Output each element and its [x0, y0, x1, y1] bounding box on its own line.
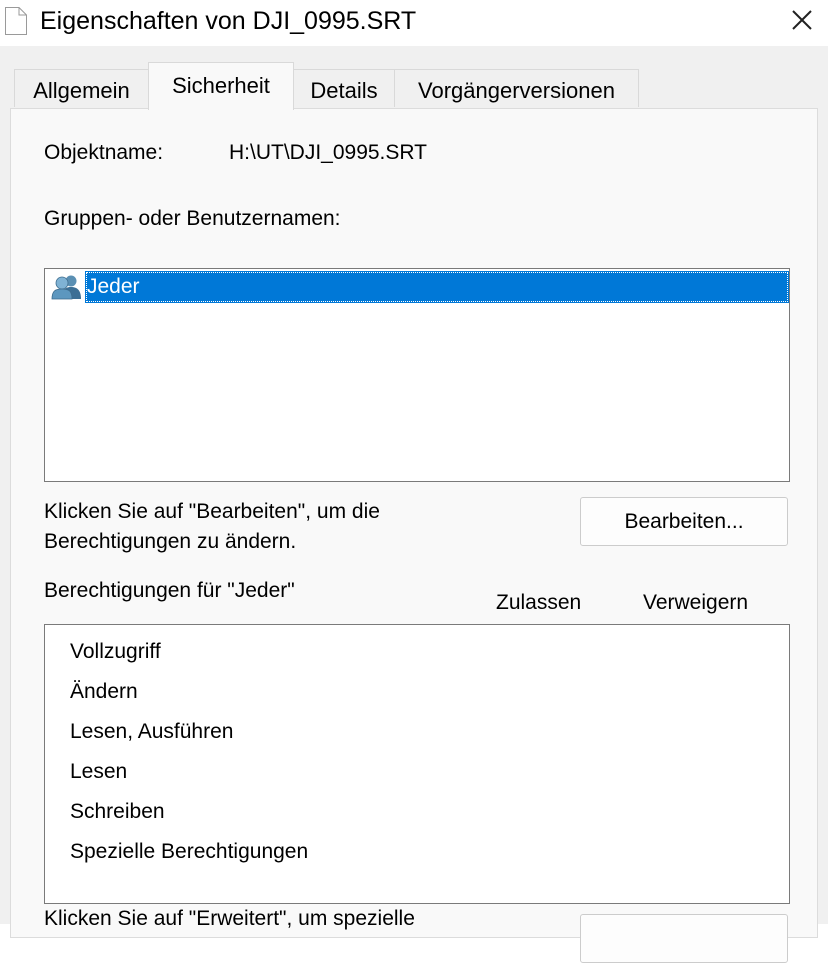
deny-column-header: Verweigern: [643, 591, 749, 614]
window-title: Eigenschaften von DJI_0995.SRT: [40, 7, 417, 35]
title-bar: Eigenschaften von DJI_0995.SRT: [0, 0, 828, 46]
permission-write: Schreiben: [70, 800, 165, 823]
groups-label: Gruppen- oder Benutzernamen:: [44, 207, 341, 230]
edit-hint-line2: Berechtigungen zu ändern.: [44, 530, 297, 553]
permission-read: Lesen: [70, 760, 128, 783]
object-name-value: H:\UT\DJI_0995.SRT: [229, 141, 428, 164]
permissions-list[interactable]: Vollzugriff Ändern Lesen, Ausführen Lese…: [44, 624, 790, 904]
permission-read-execute: Lesen, Ausführen: [70, 720, 234, 743]
permission-full-control: Vollzugriff: [70, 640, 161, 663]
tab-details[interactable]: Details: [293, 69, 395, 107]
list-item-label: Jeder: [85, 271, 789, 303]
tab-sicherheit[interactable]: Sicherheit: [148, 62, 294, 110]
close-icon: [792, 10, 812, 30]
advanced-hint-line1: Klicken Sie auf "Erweitert", um speziell…: [44, 907, 415, 930]
edit-button[interactable]: Bearbeiten...: [580, 497, 788, 546]
list-item-jeder[interactable]: Jeder: [49, 271, 789, 303]
close-button[interactable]: [776, 0, 828, 40]
users-icon: [51, 275, 81, 300]
permission-modify: Ändern: [70, 680, 138, 703]
allow-column-header: Zulassen: [496, 591, 582, 614]
permissions-label: Berechtigungen für "Jeder": [44, 579, 295, 602]
document-icon: [5, 7, 27, 35]
edit-hint-line1: Klicken Sie auf "Bearbeiten", um die: [44, 500, 380, 523]
tab-allgemein[interactable]: Allgemein: [14, 69, 149, 107]
permission-special: Spezielle Berechtigungen: [70, 840, 309, 863]
group-user-list[interactable]: Jeder: [44, 268, 790, 482]
advanced-button[interactable]: [580, 914, 788, 963]
tab-vorgaengerversionen[interactable]: Vorgängerversionen: [394, 69, 639, 107]
object-name-label: Objektname:: [44, 141, 164, 164]
